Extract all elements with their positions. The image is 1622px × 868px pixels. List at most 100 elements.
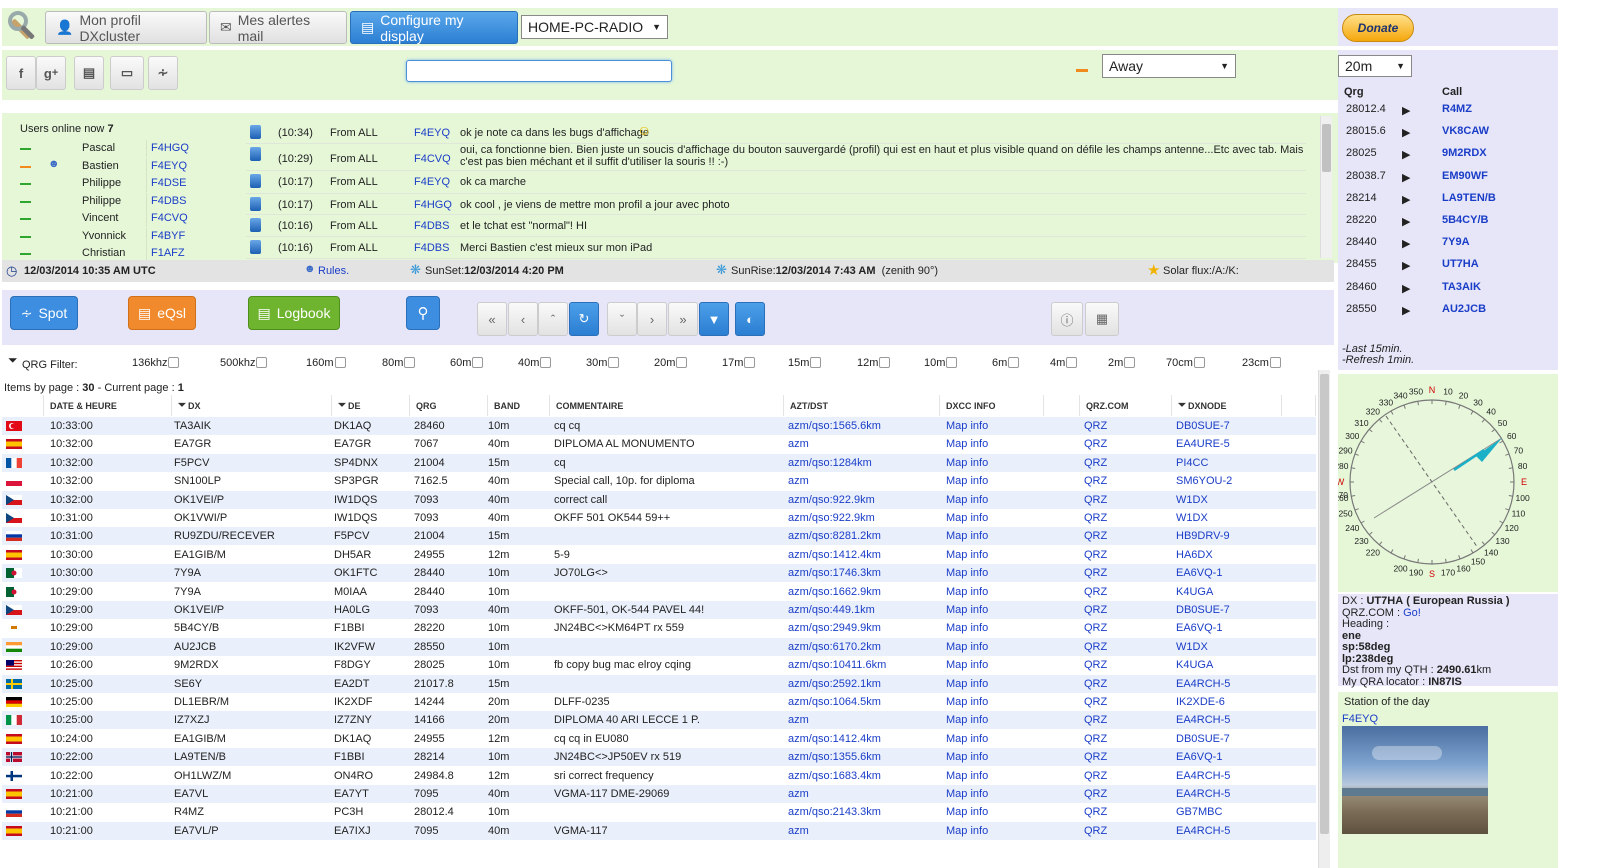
cell-az[interactable]: azm: [788, 475, 809, 487]
table-row[interactable]: 10:30:00 EA1GIB/M DH5AR 24955 12m 5-9 azm/qso:…: [2, 545, 1316, 564]
cell-node[interactable]: EA4RCH-5: [1176, 770, 1230, 782]
cell-node[interactable]: IK2XDE-6: [1176, 696, 1225, 708]
checkbox[interactable]: [256, 357, 268, 368]
band-filter-checkbox[interactable]: 70cm: [1166, 357, 1205, 369]
cell-node[interactable]: SM6YOU-2: [1176, 475, 1232, 487]
table-row[interactable]: 10:29:00 AU2JCB IK2VFW 28550 10m azm/qso:6170…: [2, 637, 1316, 656]
cell-map[interactable]: Map info: [946, 751, 988, 763]
cell-qrz[interactable]: QRZ: [1084, 530, 1107, 542]
cell-az[interactable]: azm: [788, 714, 809, 726]
cell-az[interactable]: azm/qso:1683.4km: [788, 770, 881, 782]
cell-map[interactable]: Map info: [946, 438, 988, 450]
user-call-link[interactable]: F4BYF: [151, 230, 185, 242]
band-filter-checkbox[interactable]: 2m: [1108, 357, 1136, 369]
cell-qrz[interactable]: QRZ: [1084, 512, 1107, 524]
chat-call-link[interactable]: F4EYQ: [414, 176, 450, 188]
cell-map[interactable]: Map info: [946, 733, 988, 745]
band-filter-checkbox[interactable]: 80m: [382, 357, 416, 369]
cell-map[interactable]: Map info: [946, 714, 988, 726]
user-call-link[interactable]: F4DBS: [151, 195, 186, 207]
cell-qrz[interactable]: QRZ: [1084, 678, 1107, 690]
column-header[interactable]: ⏷ DE: [332, 395, 410, 416]
band-filter-checkbox[interactable]: 500khz: [220, 357, 268, 369]
column-header[interactable]: ⏷ DX: [172, 395, 332, 416]
cell-node[interactable]: HA6DX: [1176, 549, 1213, 561]
table-row[interactable]: 10:25:00 IZ7XZJ IZ7ZNY 14166 20m DIPLOMA 40 A…: [2, 711, 1316, 730]
table-row[interactable]: 10:22:00 LA9TEN/B F1BBI 28214 10m JN24BC<>JP5…: [2, 748, 1316, 767]
profile-button[interactable]: 👤 Mon profil DXcluster: [45, 11, 207, 44]
cell-az[interactable]: azm/qso:2949.9km: [788, 622, 881, 634]
search-input[interactable]: [406, 60, 672, 82]
chat-call-link[interactable]: F4DBS: [414, 242, 449, 254]
cell-qrz[interactable]: QRZ: [1084, 438, 1107, 450]
spot-row[interactable]: 28550 ▶ AU2JCB: [1338, 301, 1558, 323]
spot-row[interactable]: 28214 ▶ LA9TEN/B: [1338, 190, 1558, 212]
play-icon[interactable]: ▶: [1402, 193, 1410, 206]
user-row[interactable]: Philippe F4DBS: [18, 192, 246, 210]
play-icon[interactable]: ▶: [1402, 259, 1410, 272]
cell-qrz[interactable]: QRZ: [1084, 567, 1107, 579]
column-header[interactable]: DXCC INFO: [940, 395, 1044, 416]
spot-row[interactable]: 28455 ▶ UT7HA: [1338, 256, 1558, 278]
cell-az[interactable]: azm/qso:8281.2km: [788, 530, 881, 542]
spot-row[interactable]: 28025 ▶ 9M2RDX: [1338, 145, 1558, 167]
checkbox[interactable]: [1124, 357, 1136, 368]
cell-az[interactable]: azm: [788, 438, 809, 450]
column-header[interactable]: QRZ.COM: [1080, 395, 1172, 416]
table-row[interactable]: 10:22:00 OH1LWZ/M ON4RO 24984.8 12m sri corre…: [2, 766, 1316, 785]
cell-node[interactable]: EA6VQ-1: [1176, 567, 1222, 579]
cell-az[interactable]: azm/qso:922.9km: [788, 512, 875, 524]
band-filter-checkbox[interactable]: 60m: [450, 357, 484, 369]
cell-qrz[interactable]: QRZ: [1084, 788, 1107, 800]
play-icon[interactable]: ▶: [1402, 148, 1410, 161]
table-row[interactable]: 10:21:00 EA7VL/P EA7IXJ 7095 40m VGMA-117 azm M…: [2, 821, 1316, 840]
cell-map[interactable]: Map info: [946, 512, 988, 524]
play-icon[interactable]: ▶: [1402, 237, 1410, 250]
spot-call-link[interactable]: UT7HA: [1442, 258, 1479, 270]
cell-az[interactable]: azm/qso:449.1km: [788, 604, 875, 616]
cell-map[interactable]: Map info: [946, 457, 988, 469]
table-scrollbar[interactable]: [1318, 370, 1330, 868]
column-header[interactable]: COMMENTAIRE: [550, 395, 784, 416]
band-filter-checkbox[interactable]: 20m: [654, 357, 688, 369]
cell-map[interactable]: Map info: [946, 530, 988, 542]
qrz-go-link[interactable]: Go!: [1403, 607, 1421, 619]
chat-call-link[interactable]: F4HGQ: [414, 199, 452, 211]
cell-map[interactable]: Map info: [946, 806, 988, 818]
donate-button[interactable]: Donate: [1342, 14, 1414, 42]
table-view-button[interactable]: ▦: [1085, 302, 1119, 336]
cell-map[interactable]: Map info: [946, 622, 988, 634]
cell-qrz[interactable]: QRZ: [1084, 586, 1107, 598]
user-call-link[interactable]: F4EYQ: [151, 160, 187, 172]
checkbox[interactable]: [608, 357, 620, 368]
cell-node[interactable]: EA4RCH-5: [1176, 678, 1230, 690]
cell-az[interactable]: azm/qso:922.9km: [788, 494, 875, 506]
rss-button[interactable]: ∻: [148, 56, 178, 90]
spot-call-link[interactable]: VK8CAW: [1442, 125, 1489, 137]
mail-alerts-button[interactable]: ✉ Mes alertes mail: [209, 11, 347, 44]
cell-node[interactable]: HB9DRV-9: [1176, 530, 1230, 542]
column-header[interactable]: DATE & HEURE: [44, 395, 172, 416]
cell-qrz[interactable]: QRZ: [1084, 825, 1107, 837]
next-page-button[interactable]: ›: [637, 302, 667, 336]
cell-node[interactable]: W1DX: [1176, 512, 1208, 524]
configure-display-button[interactable]: ▤ Configure my display: [350, 11, 518, 44]
band-filter-checkbox[interactable]: 4m: [1050, 357, 1078, 369]
spot-call-link[interactable]: R4MZ: [1442, 103, 1472, 115]
table-row[interactable]: 10:25:00 DL1EBR/M IK2XDF 14244 20m DLFF-0235 a…: [2, 693, 1316, 711]
cell-az[interactable]: azm: [788, 788, 809, 800]
play-icon[interactable]: ▶: [1402, 171, 1410, 184]
filter-button[interactable]: ▼: [699, 302, 729, 336]
cell-node[interactable]: PI4CC: [1176, 457, 1208, 469]
cell-qrz[interactable]: QRZ: [1084, 751, 1107, 763]
cell-node[interactable]: EA4RCH-5: [1176, 788, 1230, 800]
spot-row[interactable]: 28460 ▶ TA3AIK: [1338, 279, 1558, 301]
column-header[interactable]: ⏷ DXNODE: [1172, 395, 1282, 416]
cell-node[interactable]: DB0SUE-7: [1176, 733, 1230, 745]
cell-az[interactable]: azm/qso:1565.6km: [788, 420, 881, 432]
checkbox[interactable]: [1193, 357, 1205, 368]
cell-node[interactable]: GB7MBC: [1176, 806, 1222, 818]
checkbox[interactable]: [1008, 357, 1020, 368]
play-icon[interactable]: ▶: [1402, 215, 1410, 228]
chat-call-link[interactable]: F4EYQ: [414, 127, 450, 139]
